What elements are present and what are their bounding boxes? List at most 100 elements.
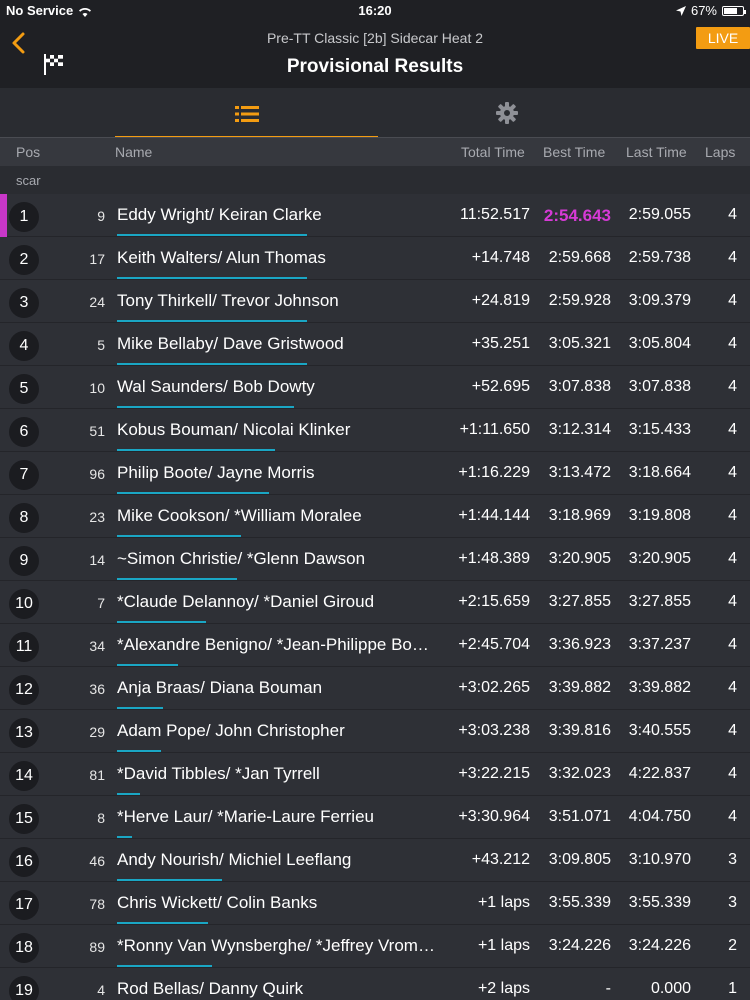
best-time: 3:09.805: [548, 851, 611, 868]
rider-names: *Ronny Van Wynsberghe/ *Jeffrey Vrom…: [117, 936, 435, 955]
last-time: 2:59.738: [628, 249, 691, 266]
position-badge: 3: [9, 288, 39, 318]
col-best-time: Best Time: [543, 144, 606, 160]
lap-progress-bar: [117, 535, 241, 537]
total-time: +2 laps: [477, 980, 530, 997]
lap-progress-bar: [117, 965, 212, 967]
race-number: 78: [89, 896, 105, 912]
race-number: 10: [89, 380, 105, 396]
rider-names: ~Simon Christie/ *Glenn Dawson: [117, 549, 366, 568]
table-row[interactable]: 4 5 Mike Bellaby/ Dave Gristwood +35.251 3:0…: [0, 323, 750, 366]
best-time: 2:59.928: [548, 292, 611, 309]
total-time: +1:16.229: [458, 464, 530, 481]
best-time: 3:55.339: [548, 894, 611, 911]
position-badge: 9: [9, 546, 39, 576]
battery-percent: 67%: [690, 3, 717, 18]
gear-icon: [495, 102, 518, 124]
rider-names: Keith Walters/ Alun Thomas: [117, 248, 326, 267]
race-number: 36: [89, 681, 105, 697]
table-row[interactable]: 18 89 *Ronny Van Wynsberghe/ *Jeffrey Vrom…: [0, 925, 750, 968]
table-row[interactable]: 13 29 Adam Pope/ John Christopher +3:03.238…: [0, 710, 750, 753]
rider-names: Rod Bellas/ Danny Quirk: [117, 979, 304, 998]
last-time: 0.000: [650, 980, 691, 997]
table-row[interactable]: 10 7 *Claude Delannoy/ *Daniel Giroud +2:15…: [0, 581, 750, 624]
list-icon: [234, 106, 259, 122]
tab-results-list[interactable]: [115, 88, 378, 138]
last-time: 3:19.808: [628, 507, 691, 524]
laps-count: 4: [728, 249, 737, 266]
table-row[interactable]: 5 10 Wal Saunders/ Bob Dowty +52.695 3:07.83…: [0, 366, 750, 409]
table-row[interactable]: 2 17 Keith Walters/ Alun Thomas +14.748 2:59…: [0, 237, 750, 280]
position-badge: 4: [9, 331, 39, 361]
table-row[interactable]: 3 24 Tony Thirkell/ Trevor Johnson +24.819 2…: [0, 280, 750, 323]
position-badge: 5: [9, 374, 39, 404]
tab-settings[interactable]: [378, 88, 635, 138]
table-row[interactable]: 6 51 Kobus Bouman/ Nicolai Klinker +1:11.65…: [0, 409, 750, 452]
laps-count: 1: [728, 980, 737, 997]
best-time: 3:05.321: [548, 335, 611, 352]
table-row[interactable]: 19 4 Rod Bellas/ Danny Quirk +2 laps - 0.000 1: [0, 968, 750, 1000]
table-row[interactable]: 8 23 Mike Cookson/ *William Moralee +1:44.1…: [0, 495, 750, 538]
rider-names: Adam Pope/ John Christopher: [117, 721, 345, 740]
total-time: +1 laps: [477, 894, 530, 911]
status-bar: No Service 16:20 67%: [0, 0, 750, 20]
table-row[interactable]: 17 78 Chris Wickett/ Colin Banks +1 laps 3:5…: [0, 882, 750, 925]
laps-count: 3: [728, 894, 737, 911]
last-time: 4:04.750: [628, 808, 691, 825]
nav-bar: Pre-TT Classic [2b] Sidecar Heat 2 Provi…: [0, 20, 750, 88]
rider-names: Tony Thirkell/ Trevor Johnson: [117, 291, 339, 310]
last-time: 2:59.055: [628, 206, 691, 223]
live-button[interactable]: LIVE: [696, 27, 750, 49]
race-number: 17: [89, 251, 105, 267]
last-time: 3:07.838: [628, 378, 691, 395]
position-badge: 6: [9, 417, 39, 447]
status-right: 67%: [675, 3, 746, 18]
last-time: 3:10.970: [628, 851, 691, 868]
race-number: 46: [89, 853, 105, 869]
rider-names: Mike Bellaby/ Dave Gristwood: [117, 334, 344, 353]
table-row[interactable]: 15 8 *Herve Laur/ *Marie-Laure Ferrieu +3:3…: [0, 796, 750, 839]
lap-progress-bar: [117, 363, 307, 365]
lap-progress-bar: [117, 621, 206, 623]
table-row[interactable]: 14 81 *David Tibbles/ *Jan Tyrrell +3:22.21…: [0, 753, 750, 796]
position-badge: 16: [9, 847, 39, 877]
rider-names: Mike Cookson/ *William Moralee: [117, 506, 362, 525]
laps-count: 4: [728, 335, 737, 352]
lap-progress-bar: [117, 750, 161, 752]
table-row[interactable]: 11 34 *Alexandre Benigno/ *Jean-Philippe B…: [0, 624, 750, 667]
rider-names: Eddy Wright/ Keiran Clarke: [117, 205, 322, 224]
laps-count: 4: [728, 722, 737, 739]
race-number: 29: [89, 724, 105, 740]
results-table: 1 9 Eddy Wright/ Keiran Clarke 11:52.517 2:5…: [0, 194, 750, 1000]
col-last-time: Last Time: [626, 144, 687, 160]
best-time: -: [605, 980, 611, 997]
table-row[interactable]: 7 96 Philip Boote/ Jayne Morris +1:16.229 3:…: [0, 452, 750, 495]
laps-count: 4: [728, 206, 737, 223]
laps-count: 4: [728, 464, 737, 481]
table-row[interactable]: 1 9 Eddy Wright/ Keiran Clarke 11:52.517 2:5…: [0, 194, 750, 237]
view-tabs: [0, 88, 750, 138]
table-row[interactable]: 12 36 Anja Braas/ Diana Bouman +3:02.265 3:3…: [0, 667, 750, 710]
table-row[interactable]: 9 14 ~Simon Christie/ *Glenn Dawson +1:48.3…: [0, 538, 750, 581]
total-time: +2:45.704: [458, 636, 530, 653]
rider-names: Anja Braas/ Diana Bouman: [117, 678, 323, 697]
lap-progress-bar: [117, 406, 294, 408]
total-time: +3:30.964: [458, 808, 530, 825]
total-time: +35.251: [471, 335, 530, 352]
table-row[interactable]: 16 46 Andy Nourish/ Michiel Leeflang +43.21…: [0, 839, 750, 882]
race-number: 7: [97, 595, 105, 611]
race-number: 4: [97, 982, 105, 998]
last-time: 3:27.855: [628, 593, 691, 610]
col-pos: Pos: [16, 144, 41, 160]
rider-names: Chris Wickett/ Colin Banks: [117, 893, 318, 912]
column-header: Pos Name Total Time Best Time Last Time …: [0, 138, 750, 166]
col-total-time: Total Time: [461, 144, 525, 160]
lap-progress-bar: [117, 492, 269, 494]
best-time: 3:18.969: [548, 507, 611, 524]
laps-count: 4: [728, 679, 737, 696]
rider-names: *David Tibbles/ *Jan Tyrrell: [117, 764, 320, 783]
last-time: 3:05.804: [628, 335, 691, 352]
race-number: 34: [89, 638, 105, 654]
page-title: Provisional Results: [286, 56, 464, 77]
total-time: +2:15.659: [458, 593, 530, 610]
